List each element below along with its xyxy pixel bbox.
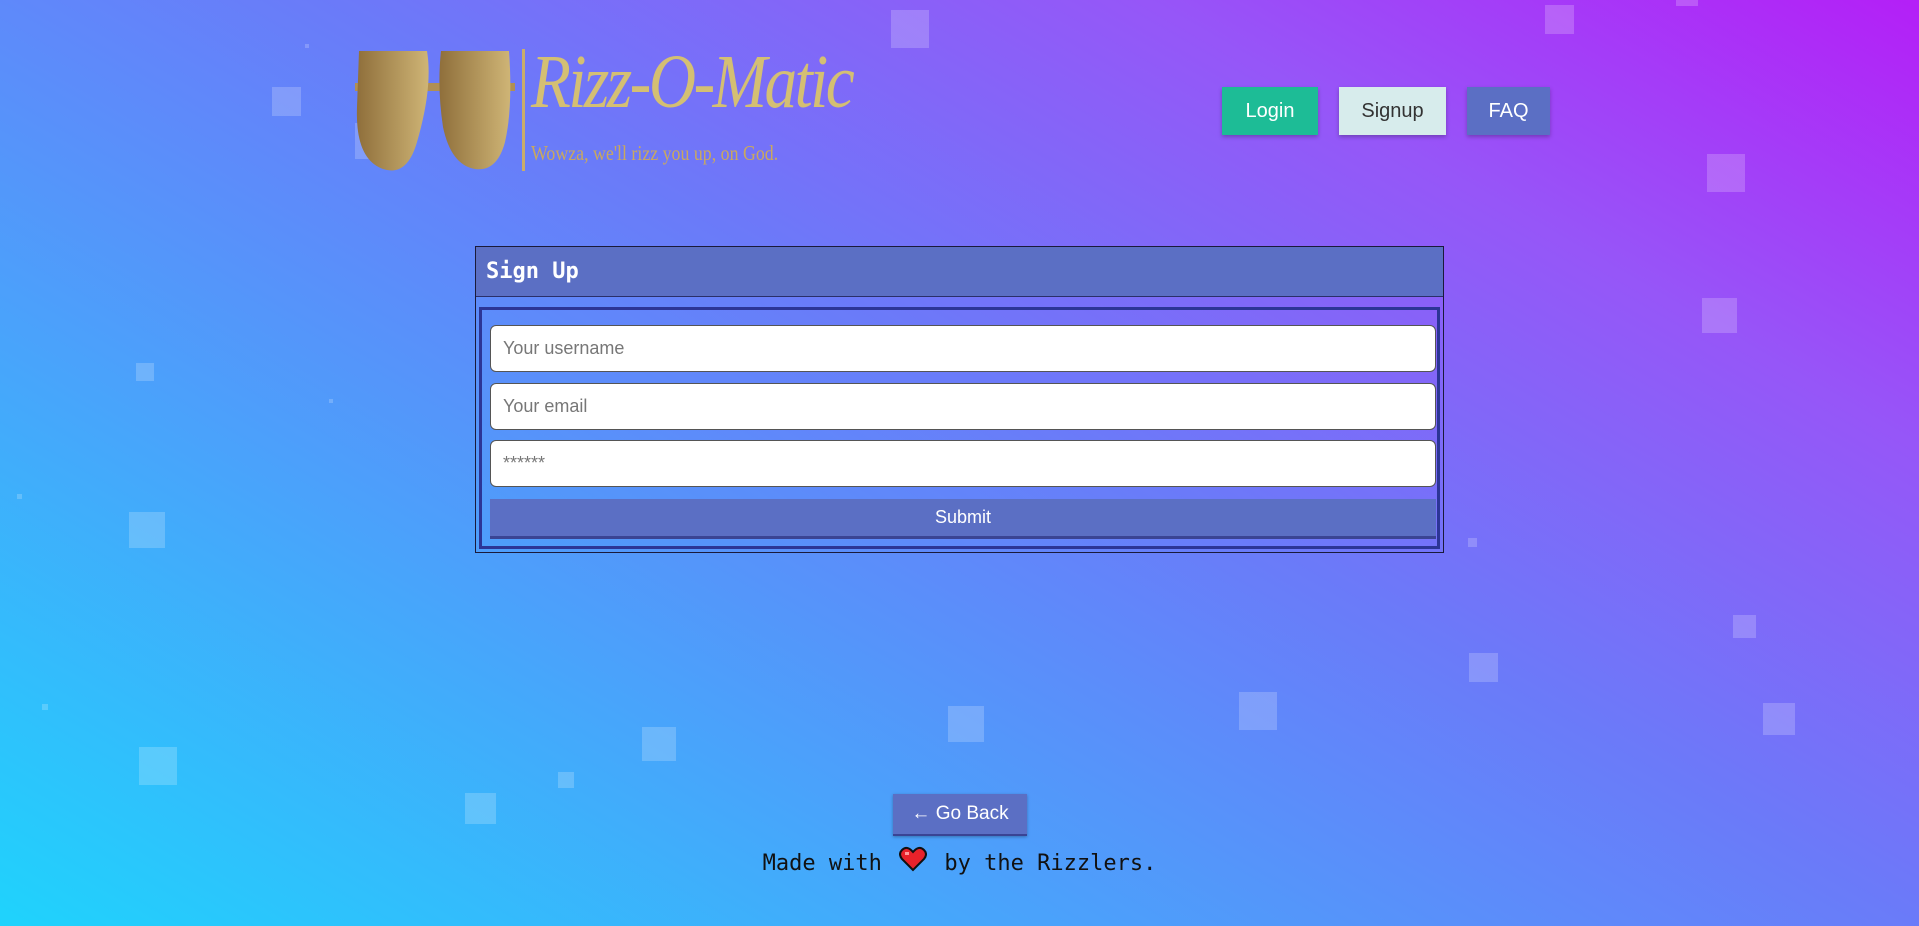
signup-button[interactable]: Signup xyxy=(1339,87,1446,135)
login-button[interactable]: Login xyxy=(1222,87,1318,135)
logo-title: Rizz-O-Matic xyxy=(531,40,855,124)
signup-panel: Sign Up Submit xyxy=(475,246,1444,553)
signup-form: Submit xyxy=(479,307,1440,549)
site-logo[interactable]: Rizz-O-Matic Wowza, we'll rizz you up, o… xyxy=(355,40,855,177)
logo-tagline: Wowza, we'll rizz you up, on God. xyxy=(531,141,779,165)
footer-credit: Made with by the Rizzlers. xyxy=(0,846,1919,878)
submit-button[interactable]: Submit xyxy=(490,499,1436,539)
username-input[interactable] xyxy=(490,325,1436,372)
footer-made-with: Made with xyxy=(762,851,882,876)
sunglasses-icon xyxy=(355,51,515,171)
heart-icon xyxy=(899,846,928,878)
faq-button[interactable]: FAQ xyxy=(1467,87,1550,135)
signup-heading: Sign Up xyxy=(476,247,1443,297)
go-back-button[interactable]: ← Go Back xyxy=(893,794,1027,836)
password-input[interactable] xyxy=(490,440,1436,487)
footer-by: by the Rizzlers. xyxy=(944,851,1157,876)
email-input[interactable] xyxy=(490,383,1436,430)
logo-divider xyxy=(522,49,525,171)
